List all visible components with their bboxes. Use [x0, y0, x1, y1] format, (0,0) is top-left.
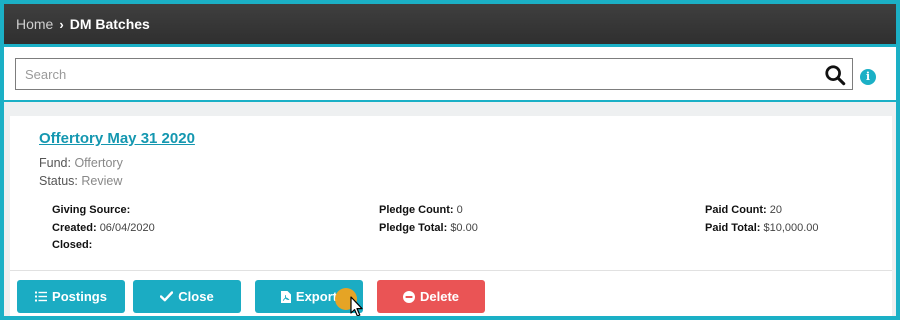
delete-button[interactable]: Delete	[377, 280, 485, 313]
info-icon[interactable]: i	[860, 69, 876, 85]
breadcrumb: Home › DM Batches	[4, 4, 896, 44]
breadcrumb-current: DM Batches	[69, 16, 150, 32]
closed-label: Closed:	[52, 239, 93, 251]
pledge-total-row: Pledge Total: $0.00	[379, 220, 478, 238]
giving-source-label: Giving Source:	[52, 204, 131, 216]
paid-count-value: 20	[769, 204, 783, 216]
pledge-total-label: Pledge Total:	[379, 221, 448, 234]
delete-button-label: Delete	[419, 289, 460, 304]
search-input[interactable]	[16, 59, 816, 89]
pledge-total-value: $0.00	[450, 221, 478, 234]
export-button-label: Export	[295, 289, 338, 304]
paid-total-value: $10,000.00	[763, 221, 819, 234]
postings-button-label: Postings	[52, 289, 107, 304]
pledge-count-row: Pledge Count: 0	[379, 202, 478, 220]
chevron-right-icon: ›	[59, 16, 64, 32]
created-value: 06/04/2020	[99, 221, 155, 234]
created-label: Created:	[52, 221, 97, 234]
status-label: Status:	[39, 174, 78, 188]
close-button-label: Close	[178, 289, 214, 304]
details-column-1: Giving Source: Created: 06/04/2020 Close…	[52, 202, 155, 255]
closed-row: Closed:	[52, 237, 155, 255]
card-divider	[10, 270, 892, 271]
close-button[interactable]: Close	[133, 280, 241, 313]
created-row: Created: 06/04/2020	[52, 220, 155, 238]
check-icon	[160, 291, 174, 302]
paid-total-label: Paid Total:	[705, 221, 761, 234]
app-frame: Home › DM Batches i Offertory May 31 202…	[4, 4, 896, 316]
batch-list: Offertory May 31 2020 Fund: Offertory St…	[4, 102, 896, 316]
batch-title-link[interactable]: Offertory May 31 2020	[39, 130, 195, 147]
paid-count-row: Paid Count: 20	[705, 202, 819, 220]
pledge-count-label: Pledge Count:	[379, 204, 454, 216]
batch-fund: Fund: Offertory	[39, 156, 123, 170]
batch-card: Offertory May 31 2020 Fund: Offertory St…	[10, 116, 892, 316]
details-column-3: Paid Count: 20 Paid Total: $10,000.00	[705, 202, 819, 237]
pdf-file-icon	[280, 290, 291, 303]
batch-status: Status: Review	[39, 174, 122, 188]
search-box	[15, 58, 853, 90]
list-icon	[35, 291, 48, 302]
search-icon[interactable]	[824, 64, 846, 86]
mouse-cursor-icon	[350, 296, 363, 316]
paid-total-row: Paid Total: $10,000.00	[705, 220, 819, 238]
minus-circle-icon	[402, 290, 415, 303]
paid-count-label: Paid Count:	[705, 204, 767, 216]
pledge-count-value: 0	[456, 204, 463, 216]
postings-button[interactable]: Postings	[17, 280, 125, 313]
breadcrumb-home-link[interactable]: Home	[16, 16, 53, 32]
fund-label: Fund:	[39, 156, 71, 170]
search-bar: i	[4, 44, 896, 102]
details-column-2: Pledge Count: 0 Pledge Total: $0.00	[379, 202, 478, 237]
fund-value: Offertory	[74, 156, 123, 170]
giving-source-row: Giving Source:	[52, 202, 155, 220]
status-value: Review	[81, 174, 123, 188]
